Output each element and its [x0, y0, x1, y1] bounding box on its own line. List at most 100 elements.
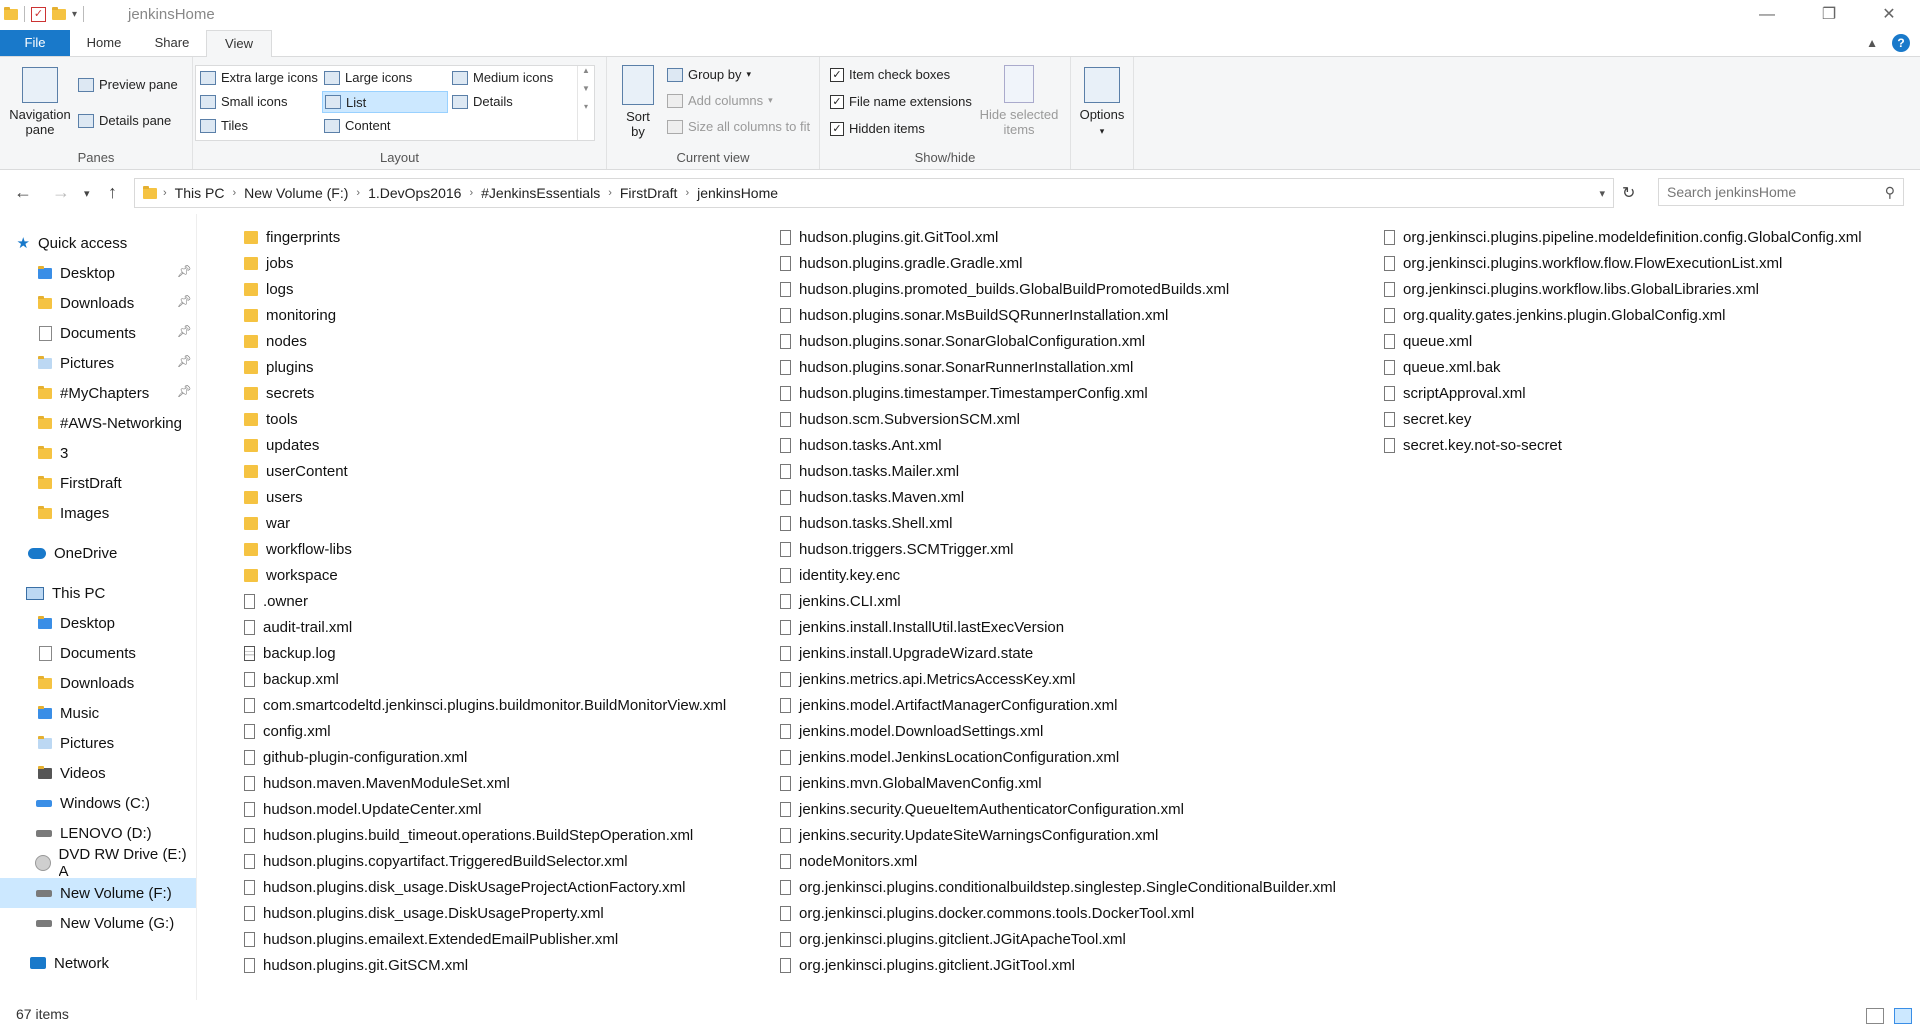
list-item[interactable]: hudson.plugins.sonar.SonarGlobalConfigur…: [780, 328, 1336, 354]
layout-medium-icons[interactable]: Medium icons: [452, 70, 553, 85]
list-item[interactable]: jenkins.install.UpgradeWizard.state: [780, 640, 1336, 666]
minimize-button[interactable]: —: [1744, 2, 1790, 28]
list-item[interactable]: plugins: [244, 354, 726, 380]
hide-selected-items-button[interactable]: Hide selected items: [976, 65, 1062, 137]
list-item[interactable]: hudson.scm.SubversionSCM.xml: [780, 406, 1336, 432]
layout-large-icons[interactable]: Large icons: [324, 70, 412, 85]
list-item[interactable]: secret.key: [1384, 406, 1862, 432]
file-name-extensions-toggle[interactable]: ✓ File name extensions: [830, 94, 972, 109]
address-bar[interactable]: › This PC › New Volume (F:) › 1.DevOps20…: [134, 178, 1614, 208]
forward-button[interactable]: →: [52, 182, 70, 203]
list-item[interactable]: github-plugin-configuration.xml: [244, 744, 726, 770]
nav-pc-music[interactable]: Music: [0, 698, 196, 728]
list-item[interactable]: org.jenkinsci.plugins.workflow.flow.Flow…: [1384, 250, 1862, 276]
nav-pane-divider[interactable]: [196, 214, 197, 1000]
large-icons-view-toggle-icon[interactable]: [1894, 1008, 1912, 1024]
list-item[interactable]: hudson.plugins.git.GitTool.xml: [780, 224, 1336, 250]
list-item[interactable]: org.jenkinsci.plugins.pipeline.modeldefi…: [1384, 224, 1862, 250]
list-item[interactable]: tools: [244, 406, 726, 432]
details-pane-button[interactable]: Details pane: [78, 113, 171, 128]
list-item[interactable]: userContent: [244, 458, 726, 484]
nav-quick-downloads[interactable]: Downloads 📌︎: [0, 288, 196, 318]
list-item[interactable]: jenkins.model.DownloadSettings.xml: [780, 718, 1336, 744]
nav-network[interactable]: Network: [0, 948, 196, 978]
list-item[interactable]: users: [244, 484, 726, 510]
list-item[interactable]: jenkins.CLI.xml: [780, 588, 1336, 614]
layout-list[interactable]: List: [322, 91, 448, 113]
nav-pc-pictures[interactable]: Pictures: [0, 728, 196, 758]
list-item[interactable]: jobs: [244, 250, 726, 276]
list-item[interactable]: nodeMonitors.xml: [780, 848, 1336, 874]
list-item[interactable]: backup.log: [244, 640, 726, 666]
list-item[interactable]: hudson.plugins.copyartifact.TriggeredBui…: [244, 848, 726, 874]
list-item[interactable]: jenkins.security.UpdateSiteWarningsConfi…: [780, 822, 1336, 848]
list-item[interactable]: secret.key.not-so-secret: [1384, 432, 1862, 458]
nav-pc-dvd-e[interactable]: DVD RW Drive (E:) A: [0, 846, 196, 880]
nav-quick-desktop[interactable]: Desktop 📌︎: [0, 258, 196, 288]
nav-quick-firstdraft[interactable]: FirstDraft: [0, 468, 196, 498]
list-item[interactable]: queue.xml.bak: [1384, 354, 1862, 380]
list-item[interactable]: hudson.plugins.git.GitSCM.xml: [244, 952, 726, 978]
tab-share[interactable]: Share: [140, 30, 204, 56]
list-item[interactable]: logs: [244, 276, 726, 302]
new-folder-icon[interactable]: [52, 6, 66, 20]
address-dropdown-icon[interactable]: ▾: [1599, 187, 1605, 200]
list-item[interactable]: hudson.model.UpdateCenter.xml: [244, 796, 726, 822]
nav-pc-documents[interactable]: Documents: [0, 638, 196, 668]
list-item[interactable]: hudson.plugins.timestamper.TimestamperCo…: [780, 380, 1336, 406]
pin-icon[interactable]: 📌︎: [177, 324, 192, 338]
list-item[interactable]: jenkins.security.QueueItemAuthenticatorC…: [780, 796, 1336, 822]
add-columns-button[interactable]: Add columns ▾: [667, 93, 773, 108]
list-item[interactable]: jenkins.model.ArtifactManagerConfigurati…: [780, 692, 1336, 718]
list-item[interactable]: fingerprints: [244, 224, 726, 250]
list-item[interactable]: hudson.plugins.sonar.SonarRunnerInstalla…: [780, 354, 1336, 380]
folder-icon[interactable]: [4, 6, 18, 20]
list-item[interactable]: org.jenkinsci.plugins.docker.commons.too…: [780, 900, 1336, 926]
list-item[interactable]: hudson.plugins.emailext.ExtendedEmailPub…: [244, 926, 726, 952]
options-button[interactable]: Options ▾: [1077, 67, 1127, 137]
list-item[interactable]: org.quality.gates.jenkins.plugin.GlobalC…: [1384, 302, 1862, 328]
list-item[interactable]: monitoring: [244, 302, 726, 328]
list-item[interactable]: workspace: [244, 562, 726, 588]
nav-quick-pictures[interactable]: Pictures 📌︎: [0, 348, 196, 378]
pin-icon[interactable]: 📌︎: [177, 354, 192, 368]
list-item[interactable]: org.jenkinsci.plugins.conditionalbuildst…: [780, 874, 1336, 900]
pin-icon[interactable]: 📌︎: [177, 264, 192, 278]
item-check-boxes-toggle[interactable]: ✓ Item check boxes: [830, 67, 950, 82]
list-item[interactable]: hudson.tasks.Shell.xml: [780, 510, 1336, 536]
list-item[interactable]: hudson.triggers.SCMTrigger.xml: [780, 536, 1336, 562]
sort-by-button[interactable]: Sort by: [617, 65, 659, 139]
list-item[interactable]: hudson.tasks.Mailer.xml: [780, 458, 1336, 484]
layout-tiles[interactable]: Tiles: [200, 118, 248, 133]
list-item[interactable]: hudson.tasks.Ant.xml: [780, 432, 1336, 458]
list-item[interactable]: secrets: [244, 380, 726, 406]
list-item[interactable]: jenkins.model.JenkinsLocationConfigurati…: [780, 744, 1336, 770]
nav-pc-videos[interactable]: Videos: [0, 758, 196, 788]
layout-content[interactable]: Content: [324, 118, 391, 133]
recent-locations-button[interactable]: ▾: [84, 187, 90, 200]
breadcrumb-jenkinshome[interactable]: jenkinsHome: [689, 185, 786, 201]
up-button[interactable]: ↑: [108, 182, 117, 203]
list-item[interactable]: hudson.plugins.disk_usage.DiskUsagePrope…: [244, 900, 726, 926]
list-item[interactable]: com.smartcodeltd.jenkinsci.plugins.build…: [244, 692, 726, 718]
nav-quick-access[interactable]: ★ Quick access: [0, 228, 196, 258]
nav-pc-desktop[interactable]: Desktop: [0, 608, 196, 638]
pin-icon[interactable]: 📌︎: [177, 294, 192, 308]
breadcrumb-new-volume-f[interactable]: New Volume (F:): [236, 185, 356, 201]
tab-file[interactable]: File: [0, 30, 70, 56]
nav-quick-aws-networking[interactable]: #AWS-Networking: [0, 408, 196, 438]
maximize-button[interactable]: ❐: [1806, 2, 1852, 28]
list-item[interactable]: hudson.plugins.sonar.MsBuildSQRunnerInst…: [780, 302, 1336, 328]
close-button[interactable]: ✕: [1866, 2, 1912, 28]
tab-view[interactable]: View: [206, 30, 272, 58]
help-icon[interactable]: ?: [1892, 34, 1910, 52]
list-item[interactable]: jenkins.mvn.GlobalMavenConfig.xml: [780, 770, 1336, 796]
nav-pc-new-volume-f[interactable]: New Volume (F:): [0, 878, 196, 908]
hidden-items-toggle[interactable]: ✓ Hidden items: [830, 121, 925, 136]
breadcrumb-jenkinsessentials[interactable]: #JenkinsEssentials: [473, 185, 608, 201]
list-item[interactable]: .owner: [244, 588, 726, 614]
nav-pc-lenovo-d[interactable]: LENOVO (D:): [0, 818, 196, 848]
tab-home[interactable]: Home: [72, 30, 136, 56]
layout-small-icons[interactable]: Small icons: [200, 94, 287, 109]
layout-extra-large-icons[interactable]: Extra large icons: [200, 70, 318, 85]
